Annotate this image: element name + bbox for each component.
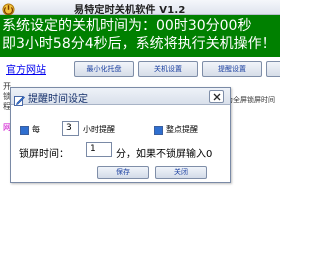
official-website-link[interactable]: 官方网站 xyxy=(6,61,46,76)
power-timer-app-icon xyxy=(2,1,15,16)
extra-toolbar-button[interactable] xyxy=(266,61,280,77)
every-label: 每 xyxy=(32,125,40,134)
hours-interval-input[interactable]: 3 xyxy=(62,121,79,136)
lock-time-label: 锁屏时间： xyxy=(19,149,69,160)
hourly-reminder-label: 整点提醒 xyxy=(166,125,198,134)
lock-time-input[interactable]: 1 xyxy=(86,142,112,157)
edit-dialog-icon xyxy=(14,91,25,106)
fullscreen-lock-text: 为全屏锁屏时间 xyxy=(226,96,275,104)
minimize-tray-button[interactable]: 最小化托盘 xyxy=(74,61,134,77)
window-titlebar: 易特定时关机软件 V1.2 xyxy=(0,0,280,16)
shutdown-time-text: 系统设定的关机时间为：00时30分00秒 xyxy=(2,18,252,34)
hours-unit-label: 小时提醒 xyxy=(83,125,115,134)
close-button[interactable]: 关闭 xyxy=(155,166,207,179)
dialog-close-button[interactable] xyxy=(209,90,224,103)
save-button[interactable]: 保存 xyxy=(97,166,149,179)
window-title: 易特定时关机软件 V1.2 xyxy=(74,5,186,16)
hourly-reminder-checkbox[interactable] xyxy=(154,126,163,135)
dialog-title: 提醒时间设定 xyxy=(28,94,88,105)
main-window: 易特定时关机软件 V1.2 系统设定的关机时间为：00时30分00秒 即3小时5… xyxy=(0,0,280,270)
shutdown-status-banner: 系统设定的关机时间为：00时30分00秒 即3小时58分4秒后，系统将执行关机操… xyxy=(0,15,280,57)
lock-time-hint: 分，如果不锁屏输入0 xyxy=(116,149,213,160)
close-icon xyxy=(213,93,221,101)
every-hours-checkbox[interactable] xyxy=(20,126,29,135)
reminder-settings-dialog: 提醒时间设定 每 3 小时提醒 整点提醒 锁屏时间： 1 分，如果不锁屏输入0 … xyxy=(10,87,231,183)
dialog-titlebar[interactable]: 提醒时间设定 xyxy=(11,88,230,106)
countdown-text: 即3小时58分4秒后，系统将执行关机操作！ xyxy=(2,36,276,52)
reminder-settings-button[interactable]: 提醒设置 xyxy=(202,61,262,77)
shutdown-settings-button[interactable]: 关机设置 xyxy=(138,61,198,77)
